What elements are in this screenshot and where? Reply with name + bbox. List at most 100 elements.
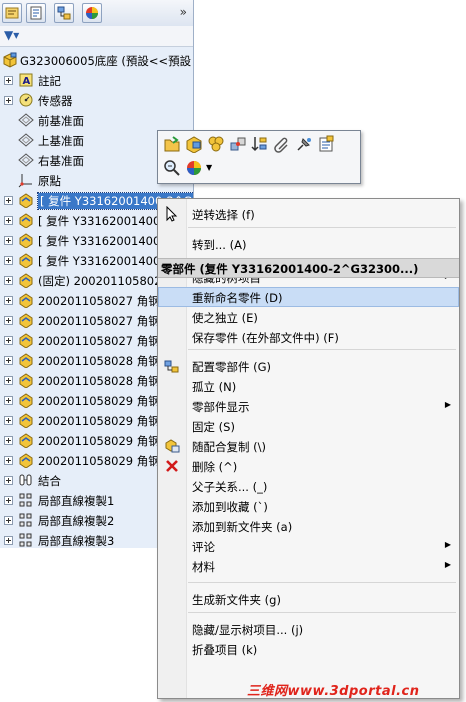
- menu-item-save-part-external[interactable]: 保存零件 (在外部文件中) (F): [158, 327, 459, 347]
- origin-icon: [18, 172, 34, 188]
- tree-item[interactable]: A 註記: [0, 70, 193, 90]
- menu-item-rename-part[interactable]: 重新命名零件 (D): [158, 287, 459, 307]
- tree-item-label: 結合: [38, 474, 61, 488]
- menu-item-create-new-folder[interactable]: 生成新文件夹 (g): [158, 589, 459, 609]
- menu-item-collapse-items[interactable]: 折叠项目 (k): [158, 639, 459, 659]
- menu-item-invert-selection[interactable]: 逆转选择 (f): [158, 204, 459, 224]
- configuration-manager-icon: [57, 6, 71, 20]
- menu-item-fix[interactable]: 固定 (S): [158, 416, 459, 436]
- tree-expand-icon[interactable]: [4, 196, 13, 205]
- tree-expand-icon[interactable]: [4, 416, 13, 425]
- svg-text:A: A: [23, 76, 31, 87]
- tree-item-label: 2002011058029 角钢: [38, 394, 160, 408]
- tree-expand-icon[interactable]: [4, 516, 13, 525]
- menu-item-make-independent[interactable]: 使之独立 (E): [158, 307, 459, 327]
- submenu-arrow-icon: ▶: [444, 540, 451, 549]
- tree-item-label: 2002011058027 角钢: [38, 294, 160, 308]
- pattern-icon: [18, 532, 34, 548]
- menu-item-component-display[interactable]: 零部件显示 ▶: [158, 396, 459, 416]
- menu-item-label: 隐藏/显示树项目... (j): [192, 623, 304, 637]
- tree-item-label: 2002011058028 角钢: [38, 354, 160, 368]
- menu-item-material[interactable]: 材料 ▶: [158, 556, 459, 576]
- menu-item-label: 材料: [192, 560, 215, 574]
- filter-icon[interactable]: ▼▾: [4, 28, 19, 42]
- menu-item-label: 配置零部件 (G): [192, 360, 272, 374]
- assembly-transparency-icon[interactable]: [207, 135, 225, 153]
- tree-expand-icon[interactable]: [4, 356, 13, 365]
- tab-display-manager[interactable]: [82, 3, 102, 23]
- menu-separator: [188, 612, 456, 613]
- open-part-icon[interactable]: [163, 135, 181, 153]
- menu-item-label: 生成新文件夹 (g): [192, 593, 281, 607]
- menu-item-comment[interactable]: 评论 ▶: [158, 536, 459, 556]
- tree-item-label: 2002011058027 角钢: [38, 334, 160, 348]
- menu-item-configure-component[interactable]: 配置零部件 (G): [158, 356, 459, 376]
- tree-item-label: 原點: [38, 174, 61, 188]
- appearance-dropdown-icon[interactable]: ▼: [206, 163, 212, 172]
- plane-icon: [18, 112, 34, 128]
- tree-expand-icon[interactable]: [4, 296, 13, 305]
- pattern-icon: [18, 512, 34, 528]
- tree-expand-icon[interactable]: [4, 436, 13, 445]
- part-icon: [18, 232, 34, 249]
- menu-item-isolate[interactable]: 孤立 (N): [158, 376, 459, 396]
- tree-item-label: 註記: [38, 74, 61, 88]
- menu-item-add-to-new-folder[interactable]: 添加到新文件夹 (a): [158, 516, 459, 536]
- sort-order-icon[interactable]: [251, 135, 269, 153]
- tree-expand-icon[interactable]: [4, 376, 13, 385]
- tree-expand-icon[interactable]: [4, 276, 13, 285]
- tree-expand-icon[interactable]: [4, 396, 13, 405]
- tree-item[interactable]: 传感器: [0, 90, 193, 110]
- menu-separator: [188, 349, 456, 350]
- properties-sheet-icon[interactable]: [317, 135, 335, 153]
- menu-item-parent-child[interactable]: 父子关系... (_): [158, 476, 459, 496]
- part-icon: [18, 192, 34, 209]
- copy-with-mates-icon: [164, 438, 180, 454]
- tree-expand-icon[interactable]: [4, 536, 13, 545]
- tree-expand-icon[interactable]: [4, 236, 13, 245]
- tree-item-label: [ 复件 Y33162001400: [38, 214, 161, 228]
- part-icon: [18, 252, 34, 269]
- menu-item-copy-with-mates[interactable]: 随配合复制 (\): [158, 436, 459, 456]
- assembly-icon: [3, 52, 17, 68]
- tree-expand-icon[interactable]: [4, 336, 13, 345]
- part-icon: [18, 352, 34, 369]
- pin-icon[interactable]: [295, 135, 313, 153]
- menu-item-hide-show-tree-items[interactable]: 隐藏/显示树项目... (j): [158, 619, 459, 639]
- pattern-icon: [18, 492, 34, 508]
- tree-expand-icon[interactable]: [4, 256, 13, 265]
- tree-expand-icon[interactable]: [4, 216, 13, 225]
- tree-expand-icon[interactable]: [4, 476, 13, 485]
- part-icon: [18, 432, 34, 449]
- panel-expand-chevron-icon[interactable]: »: [180, 5, 187, 19]
- attach-icon[interactable]: [273, 135, 291, 153]
- tree-expand-icon[interactable]: [4, 456, 13, 465]
- menu-item-label: 转到... (A): [192, 238, 247, 252]
- tree-expand-icon[interactable]: [4, 316, 13, 325]
- tree-expand-icon[interactable]: [4, 496, 13, 505]
- zoom-to-selection-icon[interactable]: [163, 159, 181, 177]
- tree-expand-icon[interactable]: [4, 96, 13, 105]
- tree-item-label: 上基准面: [38, 134, 84, 148]
- tree-item[interactable]: 前基准面: [0, 110, 193, 130]
- edit-part-icon[interactable]: [185, 135, 203, 153]
- menu-item-go-to[interactable]: 转到... (A): [158, 234, 459, 254]
- tab-feature-manager[interactable]: [2, 3, 22, 23]
- part-icon: [18, 212, 34, 229]
- menu-item-delete[interactable]: 删除 (^): [158, 456, 459, 476]
- tab-property-manager[interactable]: [26, 3, 46, 23]
- part-icon: [18, 452, 34, 469]
- tree-root[interactable]: G323006005底座 (預設<<預設: [0, 50, 193, 70]
- component-properties-icon[interactable]: [229, 135, 247, 153]
- menu-item-add-to-favorites[interactable]: 添加到收藏 (`): [158, 496, 459, 516]
- tree-expand-icon[interactable]: [4, 76, 13, 85]
- appearance-icon[interactable]: [185, 159, 203, 177]
- tree-item-label: 局部直線複製3: [38, 534, 115, 548]
- tree-item-label: 2002011058029 角钢: [38, 414, 160, 428]
- tab-configuration-manager[interactable]: [54, 3, 74, 23]
- cursor-arrow-icon: [164, 205, 180, 222]
- tree-item-label: 2002011058029 角钢: [38, 454, 160, 468]
- tree-item-label: 传感器: [38, 94, 73, 108]
- tree-item-label: 局部直線複製1: [38, 494, 115, 508]
- submenu-arrow-icon: ▶: [444, 400, 451, 409]
